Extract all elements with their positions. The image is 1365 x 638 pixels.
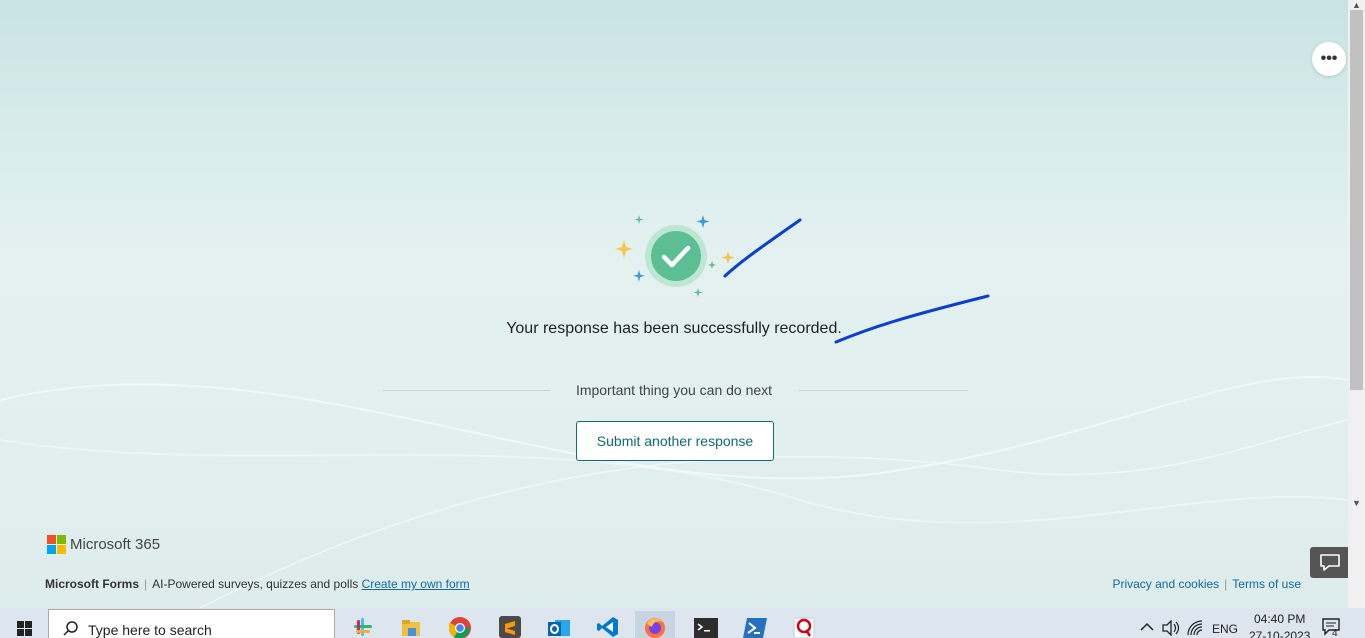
clock-time[interactable]: 04:40 PM (1254, 612, 1305, 626)
divider-line-left (382, 390, 550, 391)
outlook-icon[interactable] (539, 611, 579, 638)
success-message: Your response has been successfully reco… (506, 320, 842, 337)
microsoft-logo-icon (47, 535, 66, 554)
divider-line-right (798, 390, 968, 391)
more-options-button[interactable]: ••• (1312, 42, 1346, 76)
taskbar-search-box[interactable]: Type here to search (48, 609, 335, 638)
scroll-down-arrow-icon[interactable]: ▼ (1348, 498, 1365, 510)
product-tagline: AI-Powered surveys, quizzes and polls (152, 577, 359, 591)
submit-another-response-button[interactable]: Submit another response (576, 421, 774, 461)
q-app-icon[interactable] (784, 611, 824, 638)
footer-separator: | (144, 577, 148, 591)
volume-icon[interactable] (1161, 620, 1181, 636)
microsoft-365-logo: Microsoft 365 (47, 535, 160, 554)
chrome-icon[interactable] (440, 611, 480, 638)
search-icon (63, 621, 78, 636)
search-placeholder: Type here to search (88, 622, 212, 638)
vertical-scrollbar[interactable]: ▲ ▼ (1348, 0, 1365, 608)
scroll-up-arrow-icon[interactable]: ▲ (1348, 0, 1365, 10)
next-steps-heading: Important thing you can do next (575, 382, 773, 398)
firefox-icon[interactable] (635, 611, 675, 638)
wifi-icon[interactable] (1187, 620, 1205, 636)
footer-right: Privacy and cookies | Terms of use (1112, 577, 1301, 591)
language-indicator[interactable]: ENG (1212, 622, 1238, 636)
scrollbar-thumb[interactable] (1350, 10, 1363, 390)
terminal-icon[interactable] (686, 611, 726, 638)
clock-date[interactable]: 27-10-2023 (1249, 629, 1310, 638)
feedback-button[interactable] (1310, 547, 1348, 578)
windows-taskbar: Type here to search ENG 04:40 PM 27-10-2… (0, 608, 1365, 638)
vscode-icon[interactable] (588, 611, 628, 638)
footer-left: Microsoft Forms | AI-Powered surveys, quiz… (45, 577, 470, 591)
footer-separator: | (1224, 577, 1228, 591)
success-checkmark-icon (615, 215, 735, 297)
create-my-own-form-link[interactable]: Create my own form (362, 577, 470, 591)
sublime-text-icon[interactable] (490, 611, 530, 638)
notification-count: 4 (1332, 628, 1338, 638)
start-button[interactable] (0, 608, 48, 638)
powershell-icon[interactable] (735, 611, 775, 638)
chevron-up-icon[interactable] (1139, 621, 1155, 633)
notification-center-icon[interactable]: 4 (1320, 616, 1350, 638)
slack-icon[interactable] (343, 611, 383, 638)
brand-name: Microsoft 365 (70, 536, 161, 553)
product-name: Microsoft Forms (45, 577, 140, 591)
windows-logo-icon (17, 621, 32, 636)
file-explorer-icon[interactable] (391, 611, 431, 638)
privacy-link[interactable]: Privacy and cookies (1112, 577, 1219, 591)
forms-page: ••• Your response has been successfully … (0, 0, 1348, 608)
chat-bubble-icon (1320, 554, 1340, 571)
next-steps-divider: Important thing you can do next (382, 382, 968, 402)
terms-link[interactable]: Terms of use (1232, 577, 1301, 591)
